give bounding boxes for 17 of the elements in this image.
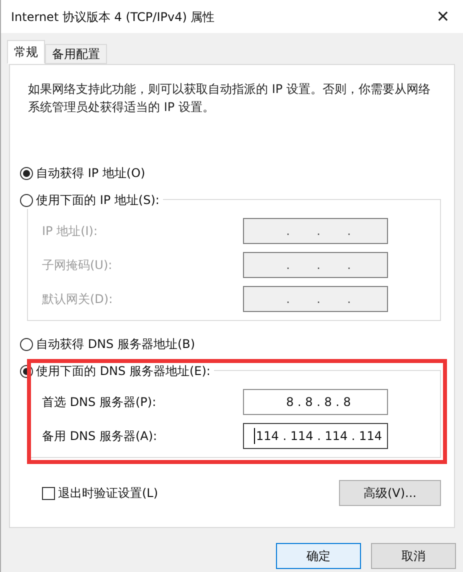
- field-label: 首选 DNS 服务器(P):: [42, 394, 156, 411]
- field-label: 子网掩码(U):: [42, 257, 112, 274]
- dialog-button[interactable]: 取消: [371, 543, 456, 569]
- field-label: IP 地址(I):: [42, 223, 98, 240]
- tab[interactable]: 备用配置: [45, 44, 107, 64]
- radio-button[interactable]: 使用下面的 DNS 服务器地址(E):: [20, 362, 214, 380]
- tab[interactable]: 常规: [7, 40, 45, 64]
- dialog-button[interactable]: 确定: [276, 543, 361, 569]
- field-label: 备用 DNS 服务器(A):: [42, 428, 158, 445]
- ip-address-field[interactable]: 114 . 114 . 114 . 114: [243, 423, 388, 449]
- close-button[interactable]: ✕: [431, 4, 455, 28]
- advanced-button[interactable]: 高级(V)...: [339, 480, 441, 506]
- ip-address-field[interactable]: 8 . 8 . 8 . 8: [243, 389, 388, 415]
- field-label: 默认网关(D):: [42, 291, 113, 308]
- description-text: 如果网络支持此功能，则可以获取自动指派的 IP 设置。否则，你需要从网络系统管理员处获得适当的 IP 设置。: [28, 81, 432, 116]
- window-title: Internet 协议版本 4 (TCP/IPv4) 属性: [11, 8, 215, 26]
- checkbox[interactable]: 退出时验证设置(L): [42, 484, 158, 502]
